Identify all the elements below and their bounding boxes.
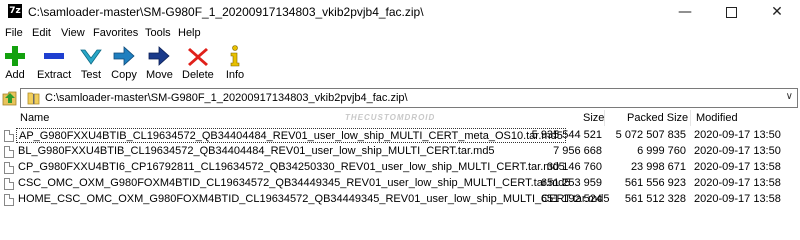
file-icon xyxy=(4,130,14,142)
file-name: CSC_OMC_OXM_G980FOXM4BTID_CL19634572_QB3… xyxy=(18,177,571,189)
list-item[interactable]: AP_G980FXXU4BTIB_CL19634572_QB34404484_R… xyxy=(0,128,800,143)
menu-view[interactable]: View xyxy=(61,27,85,39)
address-bar: C:\samloader-master\SM-G980F_1_202009171… xyxy=(0,87,800,109)
menu-edit[interactable]: Edit xyxy=(32,27,51,39)
minimize-button[interactable]: — xyxy=(662,0,708,24)
header-divider[interactable] xyxy=(604,110,605,126)
file-size: 651 253 959 xyxy=(540,177,602,189)
file-modified: 2020-09-17 13:50 xyxy=(694,129,781,141)
file-name: CP_G980FXXU4BTI6_CP16792811_CL19634572_Q… xyxy=(18,161,565,173)
maximize-icon xyxy=(725,6,737,18)
list-item[interactable]: BL_G980FXXU4BTIB_CL19634572_QB34404484_R… xyxy=(0,144,800,159)
file-icon xyxy=(4,146,14,158)
delete-button[interactable]: Delete xyxy=(182,44,214,81)
move-button[interactable]: Move xyxy=(146,44,173,81)
minimize-icon: — xyxy=(678,4,692,20)
list-item[interactable]: CP_G980FXXU4BTI6_CP16792811_CL19634572_Q… xyxy=(0,160,800,175)
title-bar: 7z C:\samloader-master\SM-G980F_1_202009… xyxy=(0,0,800,24)
header-divider[interactable] xyxy=(690,110,691,126)
maximize-button[interactable] xyxy=(708,0,754,24)
add-label: Add xyxy=(5,69,25,81)
plus-icon xyxy=(5,46,25,66)
menu-file[interactable]: File xyxy=(5,27,23,39)
column-header-name[interactable]: Name xyxy=(20,112,49,124)
app-icon: 7z xyxy=(8,4,22,18)
file-list: Name THECUSTOMDROID Size Packed Size Mod… xyxy=(0,110,800,225)
file-icon xyxy=(4,178,14,190)
file-packed-size: 5 072 507 835 xyxy=(615,129,686,141)
file-size: 5 935 544 521 xyxy=(531,129,602,141)
close-button[interactable]: ✕ xyxy=(754,0,800,24)
extract-button[interactable]: Extract xyxy=(37,44,71,81)
info-icon xyxy=(230,45,240,67)
copy-button[interactable]: Copy xyxy=(111,44,137,81)
move-arrow-icon xyxy=(149,46,171,66)
address-field[interactable]: C:\samloader-master\SM-G980F_1_202009171… xyxy=(20,88,798,108)
list-item[interactable]: CSC_OMC_OXM_G980FOXM4BTID_CL19634572_QB3… xyxy=(0,176,800,191)
file-packed-size: 561 512 328 xyxy=(624,193,686,205)
file-packed-size: 561 556 923 xyxy=(624,177,686,189)
column-header-packed-size[interactable]: Packed Size xyxy=(627,112,688,124)
delete-label: Delete xyxy=(182,69,214,81)
file-size: 651 192 524 xyxy=(540,193,602,205)
extract-label: Extract xyxy=(37,69,72,81)
file-packed-size: 6 999 760 xyxy=(637,145,686,157)
file-modified: 2020-09-17 13:58 xyxy=(694,193,781,205)
up-folder-button[interactable] xyxy=(2,88,19,107)
chevron-down-icon[interactable]: ∨ xyxy=(786,91,793,102)
file-name: AP_G980FXXU4BTIB_CL19634572_QB34404484_R… xyxy=(16,128,566,143)
menu-bar: File Edit View Favorites Tools Help xyxy=(0,25,800,42)
close-icon: ✕ xyxy=(771,4,783,20)
menu-favorites[interactable]: Favorites xyxy=(93,27,138,39)
list-header: Name THECUSTOMDROID Size Packed Size Mod… xyxy=(0,110,800,126)
watermark-text: THECUSTOMDROID xyxy=(345,113,436,122)
file-modified: 2020-09-17 13:50 xyxy=(694,145,781,157)
check-icon xyxy=(80,49,102,65)
file-modified: 2020-09-17 13:58 xyxy=(694,177,781,189)
delete-x-icon xyxy=(187,48,208,66)
info-label: Info xyxy=(225,69,245,81)
list-item[interactable]: HOME_CSC_OMC_OXM_G980FOXM4BTID_CL1963457… xyxy=(0,192,800,207)
file-modified: 2020-09-17 13:58 xyxy=(694,161,781,173)
file-icon xyxy=(4,194,14,206)
minus-icon xyxy=(44,53,65,59)
file-size: 30 146 760 xyxy=(546,161,602,173)
menu-tools[interactable]: Tools xyxy=(145,27,171,39)
menu-help[interactable]: Help xyxy=(178,27,201,39)
window-title: C:\samloader-master\SM-G980F_1_202009171… xyxy=(28,5,424,19)
file-icon xyxy=(4,162,14,174)
column-header-size[interactable]: Size xyxy=(583,112,604,124)
add-button[interactable]: Add xyxy=(2,44,28,81)
file-size: 7 956 668 xyxy=(553,145,602,157)
copy-arrow-icon xyxy=(113,46,135,66)
copy-label: Copy xyxy=(111,69,137,81)
test-label: Test xyxy=(80,69,102,81)
zip-folder-icon xyxy=(27,92,40,105)
file-name: BL_G980FXXU4BTIB_CL19634572_QB34404484_R… xyxy=(18,145,495,157)
file-packed-size: 23 998 671 xyxy=(630,161,686,173)
move-label: Move xyxy=(146,69,173,81)
column-header-modified[interactable]: Modified xyxy=(696,112,738,124)
test-button[interactable]: Test xyxy=(78,44,104,81)
toolbar: Add Extract Test Copy Move Delete Info xyxy=(0,42,800,86)
address-path: C:\samloader-master\SM-G980F_1_202009171… xyxy=(45,92,408,104)
info-button[interactable]: Info xyxy=(222,44,248,81)
